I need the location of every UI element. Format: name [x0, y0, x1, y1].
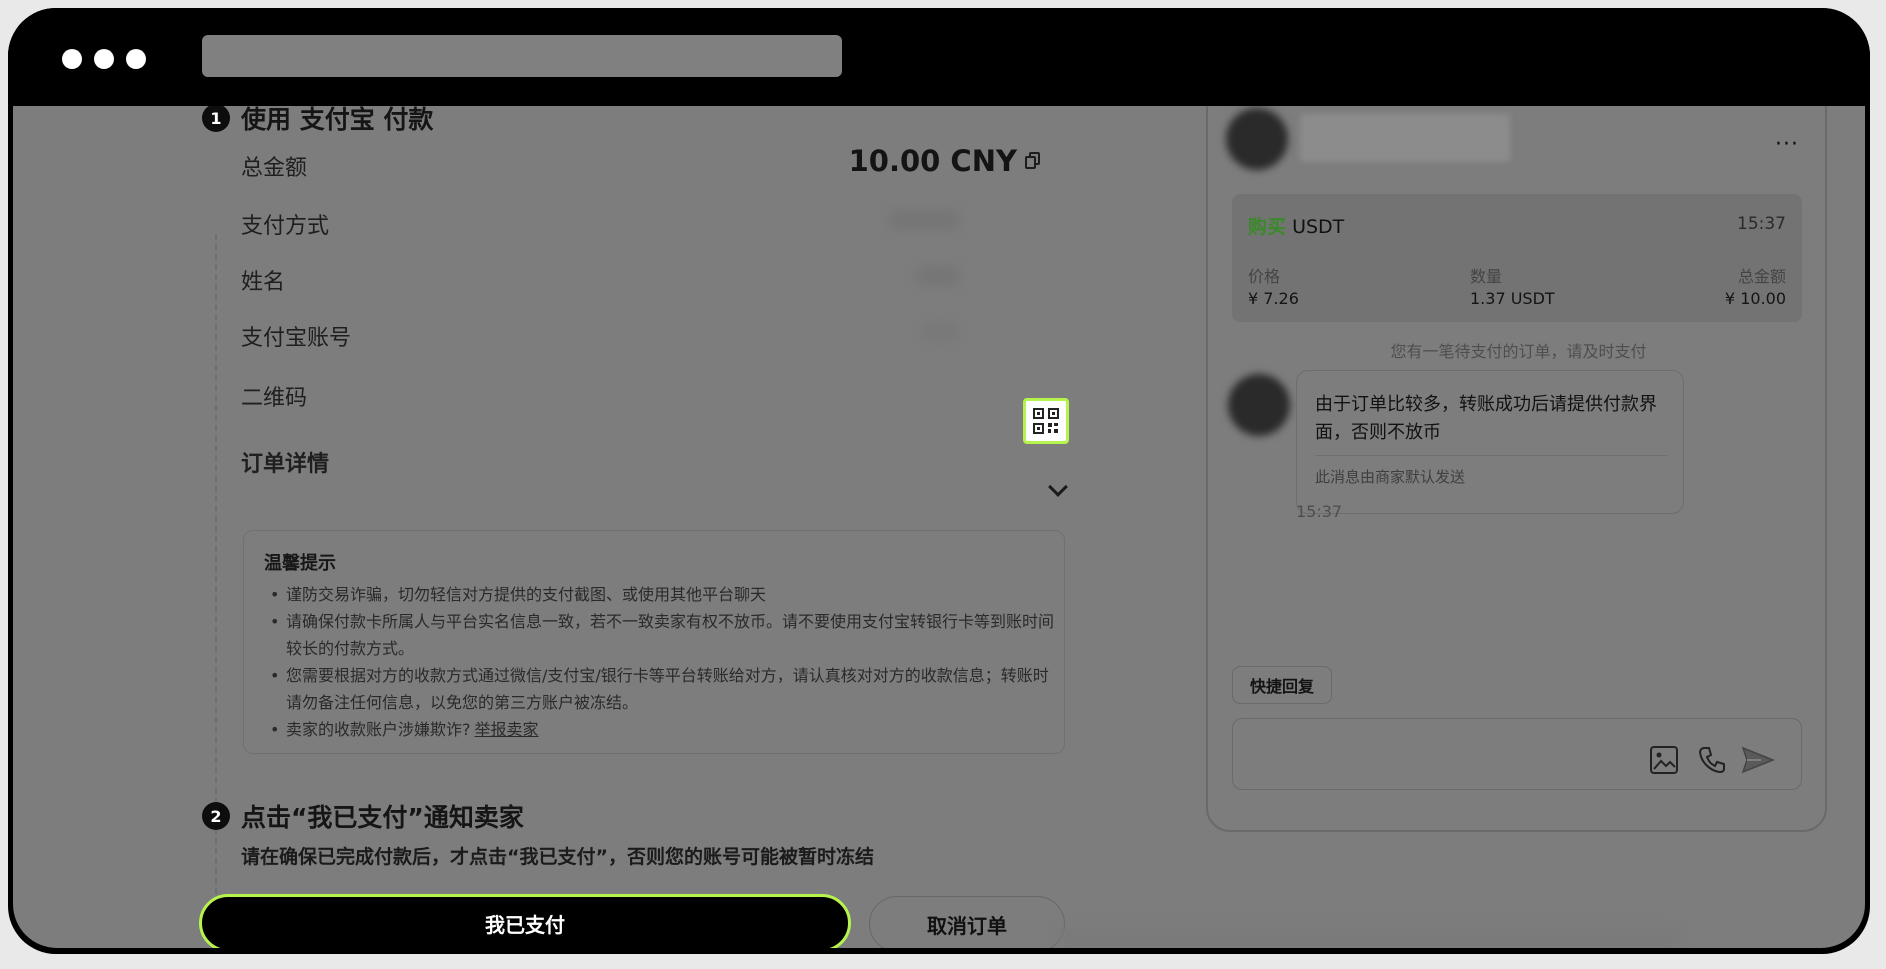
step-2-badge: 2 — [202, 802, 230, 830]
window-dot-icon[interactable] — [126, 49, 146, 69]
name-value — [915, 266, 961, 286]
name-label: 姓名 — [241, 270, 286, 295]
tip-item: 您需要根据对方的收款方式通过微信/支付宝/银行卡等平台转账给对方，请认真核对对方… — [264, 662, 1054, 716]
tip-item: 谨防交易诈骗，切勿轻信对方提供的支付截图、或使用其他平台聊天 — [264, 581, 1054, 608]
title-bar — [8, 8, 1870, 106]
total-amount: 10.00 CNY — [849, 144, 1041, 178]
browser-window: 1 使用 支付宝 付款 总金额 10.00 CNY 支付方式 姓名 支付宝账号 … — [8, 8, 1870, 954]
phone-icon[interactable] — [1697, 745, 1727, 775]
message-text: 由于订单比较多，转账成功后请提供付款界面，否则不放币 — [1315, 394, 1657, 443]
report-seller-link[interactable]: 举报卖家 — [475, 720, 539, 739]
step-1-title: 使用 支付宝 付款 — [241, 106, 434, 134]
auto-message-note: 此消息由商家默认发送 — [1315, 468, 1466, 486]
tip-item: 卖家的收款账户涉嫌欺诈?举报卖家 — [264, 716, 1054, 743]
address-bar[interactable] — [202, 35, 842, 77]
alipay-account-value — [921, 322, 961, 342]
cancel-order-button[interactable]: 取消订单 — [869, 896, 1065, 948]
alipay-account-label: 支付宝账号 — [241, 326, 352, 351]
total-amount-label: 总金额 — [241, 156, 308, 181]
more-icon[interactable]: ··· — [1775, 132, 1799, 157]
window-dot-icon[interactable] — [94, 49, 114, 69]
step-connector-line — [215, 234, 217, 894]
message-bubble: 由于订单比较多，转账成功后请提供付款界面，否则不放币 此消息由商家默认发送 — [1296, 370, 1684, 514]
step-2-title: 点击“我已支付”通知卖家 — [241, 803, 524, 832]
copy-icon[interactable] — [1025, 152, 1041, 170]
payment-method-value — [887, 210, 961, 230]
message-time: 15:37 — [1296, 502, 1343, 521]
system-message: 您有一笔待支付的订单，请及时支付 — [1390, 342, 1647, 361]
quick-reply-button[interactable]: 快捷回复 — [1232, 666, 1332, 704]
order-total: 总金额 ¥ 10.00 — [1724, 267, 1786, 308]
chevron-down-icon[interactable] — [1048, 477, 1068, 497]
order-action: 购买 USDT — [1248, 216, 1345, 238]
message-divider — [1315, 455, 1667, 456]
order-summary-card: 购买 USDT 15:37 价格 ¥ 7.26 数量 1.37 USDT 总金额… — [1232, 194, 1802, 322]
send-icon[interactable] — [1741, 745, 1775, 775]
qr-code-icon — [1033, 408, 1059, 434]
sender-avatar — [1228, 374, 1290, 436]
merchant-avatar — [1226, 108, 1288, 170]
blurred-footer — [1058, 928, 1678, 948]
tips-list: 谨防交易诈骗，切勿轻信对方提供的支付截图、或使用其他平台聊天 请确保付款卡所属人… — [264, 581, 1064, 743]
image-icon[interactable] — [1649, 745, 1679, 775]
tip-item: 请确保付款卡所属人与平台实名信息一致，若不一致卖家有权不放币。请不要使用支付宝转… — [264, 608, 1054, 662]
window-dot-icon[interactable] — [62, 49, 82, 69]
merchant-name — [1300, 114, 1510, 162]
tips-title: 温馨提示 — [264, 553, 336, 574]
step-2-subtitle: 请在确保已完成付款后，才点击“我已支付”，否则您的账号可能被暂时冻结 — [241, 846, 874, 868]
qr-code-label: 二维码 — [241, 386, 308, 411]
chat-input[interactable] — [1232, 718, 1802, 790]
order-time: 15:37 — [1737, 214, 1786, 234]
payment-method-label: 支付方式 — [241, 214, 330, 239]
warm-tips-box: 温馨提示 谨防交易诈骗，切勿轻信对方提供的支付截图、或使用其他平台聊天 请确保付… — [243, 530, 1065, 754]
step-1-badge: 1 — [202, 106, 230, 132]
total-amount-value: 10.00 CNY — [848, 144, 1017, 178]
order-details-toggle[interactable]: 订单详情 — [241, 446, 329, 478]
chat-panel: ··· 购买 USDT 15:37 价格 ¥ 7.26 数量 1.37 USDT… — [1206, 106, 1827, 832]
order-quantity: 数量 1.37 USDT — [1470, 267, 1555, 308]
qr-code-button[interactable] — [1023, 398, 1069, 444]
page-viewport: 1 使用 支付宝 付款 总金额 10.00 CNY 支付方式 姓名 支付宝账号 … — [13, 106, 1865, 948]
order-price: 价格 ¥ 7.26 — [1248, 267, 1299, 308]
i-have-paid-button[interactable]: 我已支付 — [199, 894, 851, 948]
